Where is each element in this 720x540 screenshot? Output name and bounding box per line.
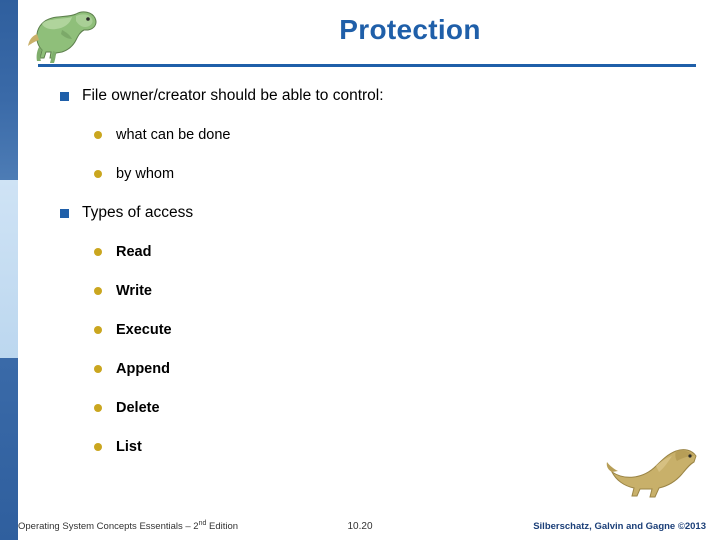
round-bullet-icon — [94, 164, 116, 184]
bullet-item-level2: Delete — [94, 398, 700, 427]
bullet-text: Types of access — [82, 204, 194, 221]
bullet-item-level2: what can be done — [94, 125, 700, 154]
bullet-text: Execute — [116, 322, 172, 338]
round-bullet-icon — [94, 320, 116, 340]
bullet-text: File owner/creator should be able to con… — [82, 87, 384, 104]
bullet-text: Append — [116, 361, 170, 377]
dinosaur-logo-icon — [26, 6, 118, 68]
page-title: Protection — [339, 14, 481, 45]
bullet-item-level2: Append — [94, 359, 700, 388]
square-bullet-icon — [60, 86, 82, 108]
square-bullet-icon — [60, 203, 82, 225]
bullet-item-level1: Types of access — [60, 203, 700, 232]
bullet-text: List — [116, 439, 142, 455]
bullet-text: what can be done — [116, 127, 231, 143]
round-bullet-icon — [94, 437, 116, 457]
left-decoration-bar-bottom — [0, 358, 18, 540]
round-bullet-icon — [94, 242, 116, 262]
bullet-text: Delete — [116, 400, 160, 416]
round-bullet-icon — [94, 398, 116, 418]
bullet-list: File owner/creator should be able to con… — [60, 86, 700, 476]
left-decoration-bar-top — [0, 0, 18, 180]
footer-copyright: Silberschatz, Galvin and Gagne ©2013 — [533, 521, 706, 532]
bullet-text: Write — [116, 283, 152, 299]
slide: Protection File owner/creator should be … — [0, 0, 720, 540]
title-divider — [38, 64, 696, 67]
round-bullet-icon — [94, 125, 116, 145]
round-bullet-icon — [94, 281, 116, 301]
bullet-text: by whom — [116, 166, 175, 182]
dinosaur-mascot-icon — [606, 444, 702, 504]
bullet-item-level2: by whom — [94, 164, 700, 193]
bullet-item-level2: Execute — [94, 320, 700, 349]
bullet-item-level1: File owner/creator should be able to con… — [60, 86, 700, 115]
bullet-item-level2: Read — [94, 242, 700, 271]
bullet-text: Read — [116, 244, 152, 260]
bullet-item-level2: Write — [94, 281, 700, 310]
left-decoration-bar-middle — [0, 180, 18, 358]
round-bullet-icon — [94, 359, 116, 379]
